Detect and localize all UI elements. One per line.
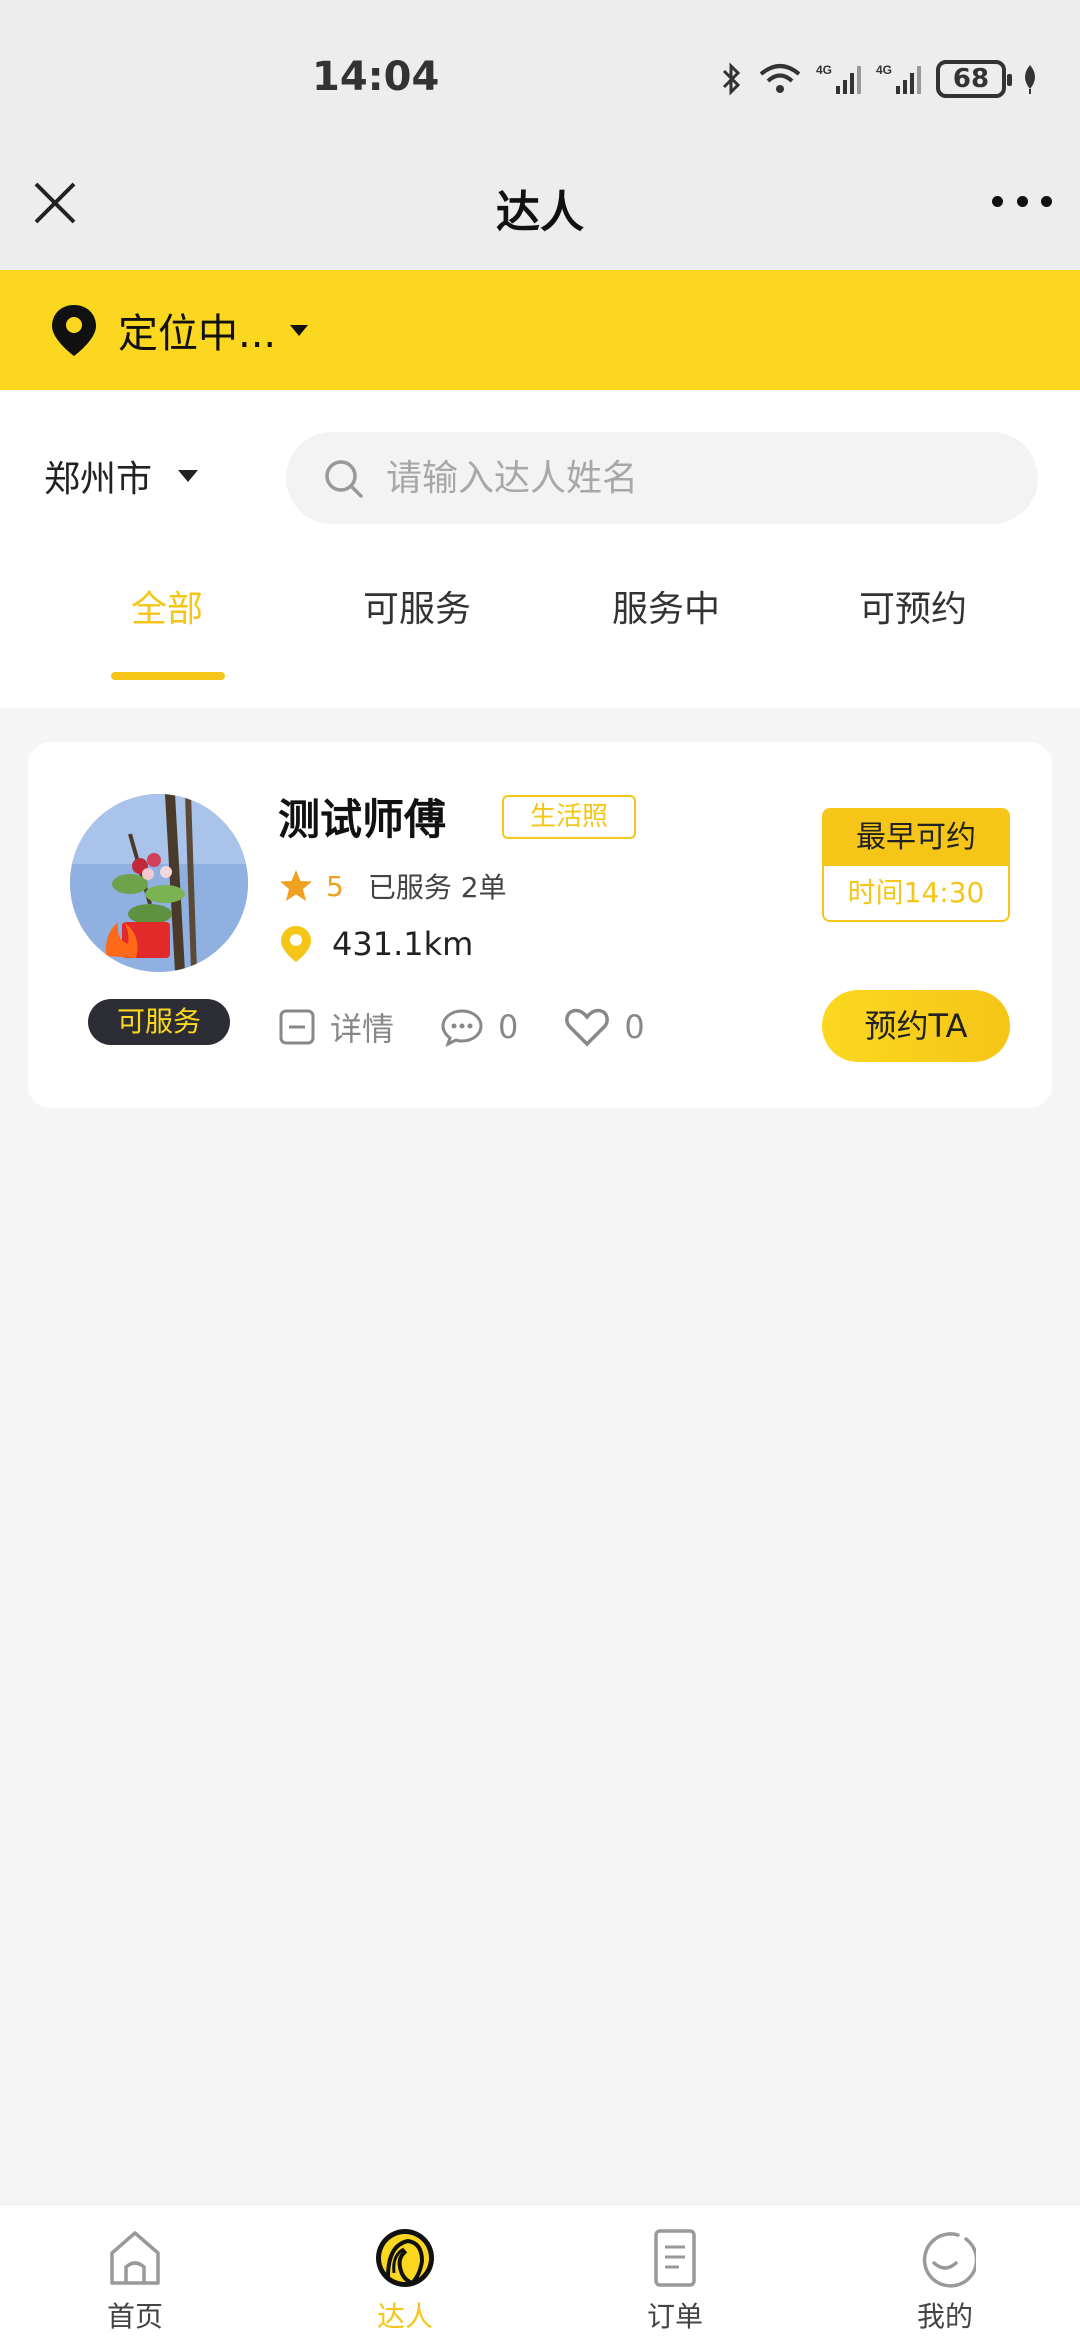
tabbar-expert[interactable]: 达人 xyxy=(270,2205,540,2340)
location-pin-icon xyxy=(52,305,96,356)
status-badge: 可服务 xyxy=(88,999,230,1045)
leaf-icon xyxy=(1025,65,1035,94)
tabbar-label-home: 首页 xyxy=(106,2300,163,2333)
distance-value: 431.1km xyxy=(332,925,474,963)
svg-text:4G: 4G xyxy=(816,63,832,77)
tab-bookable[interactable]: 可预约 xyxy=(788,580,1038,632)
search-input[interactable] xyxy=(386,457,986,499)
detail-icon xyxy=(279,1009,315,1045)
nav-bar: 达人 xyxy=(0,130,1080,270)
search-box[interactable] xyxy=(286,432,1038,524)
life-photo-tag[interactable]: 生活照 xyxy=(502,795,636,839)
like-count: 0 xyxy=(624,1008,645,1046)
tabbar-home[interactable]: 首页 xyxy=(0,2205,270,2340)
comment-count: 0 xyxy=(498,1008,519,1046)
tabbar-profile[interactable]: 我的 xyxy=(810,2205,1080,2340)
rating-value: 5 xyxy=(326,869,344,903)
battery-indicator: 68 xyxy=(936,60,1012,98)
order-icon xyxy=(654,2229,696,2287)
distance-row: 431.1km xyxy=(278,924,473,964)
wifi-icon xyxy=(759,64,801,93)
status-tabs: 全部 可服务 服务中 可预约 xyxy=(0,580,1080,670)
signal-4g-icon: 4G xyxy=(876,63,921,94)
earliest-booking: 最早可约 时间14:30 xyxy=(822,808,1010,922)
tabbar-label-profile: 我的 xyxy=(916,2300,973,2333)
bluetooth-icon xyxy=(722,62,741,96)
book-button[interactable]: 预约TA xyxy=(822,990,1010,1062)
profile-icon xyxy=(922,2232,976,2288)
detail-label: 详情 xyxy=(330,1010,395,1048)
svg-text:4G: 4G xyxy=(876,63,892,77)
page-title: 达人 xyxy=(496,187,584,238)
like-button[interactable]: 0 xyxy=(564,1007,645,1047)
search-icon xyxy=(325,460,363,498)
tab-all[interactable]: 全部 xyxy=(42,580,292,632)
earliest-time: 时间14:30 xyxy=(824,866,1008,920)
tabbar-label-expert: 达人 xyxy=(376,2300,433,2333)
card-actions: 详情 0 0 xyxy=(278,1004,645,1050)
served-count: 已服务 2单 xyxy=(367,871,507,904)
tabbar-orders[interactable]: 订单 xyxy=(540,2205,810,2340)
status-time: 14:04 xyxy=(312,54,440,100)
filter-panel: 郑州市 全部 可服务 服务中 可预约 xyxy=(0,390,1080,708)
location-pin-icon xyxy=(281,926,311,962)
heart-icon xyxy=(565,1008,610,1047)
earliest-label: 最早可约 xyxy=(824,810,1008,866)
status-icons: 4G 4G 68 xyxy=(720,60,1040,98)
more-icon[interactable] xyxy=(992,186,1052,216)
location-text: 定位中... xyxy=(118,311,277,357)
detail-link[interactable]: 详情 xyxy=(278,1004,394,1050)
city-select[interactable]: 郑州市 xyxy=(44,450,199,502)
tab-in-service[interactable]: 服务中 xyxy=(541,580,791,632)
rating-row: 5 已服务 2单 xyxy=(278,866,507,906)
home-icon xyxy=(110,2231,160,2285)
battery-level: 68 xyxy=(952,64,990,94)
bottom-tabbar: 首页 达人 订单 我的 xyxy=(0,2204,1080,2340)
caret-down-icon xyxy=(290,324,309,336)
signal-4g-icon: 4G xyxy=(816,63,861,94)
expert-card[interactable]: 可服务 测试师傅 生活照 5 已服务 2单 431.1km 详情 0 0 最早可… xyxy=(28,742,1052,1108)
tabbar-label-orders: 订单 xyxy=(646,2300,703,2333)
tab-underline xyxy=(111,672,225,680)
expert-icon xyxy=(376,2229,434,2287)
expert-name: 测试师傅 xyxy=(278,795,447,844)
city-label: 郑州市 xyxy=(44,459,153,500)
comment-icon xyxy=(441,1009,483,1047)
star-icon xyxy=(280,870,312,901)
comment-button[interactable]: 0 xyxy=(440,1007,518,1047)
avatar[interactable] xyxy=(70,794,248,972)
tab-available[interactable]: 可服务 xyxy=(292,580,542,632)
caret-down-icon xyxy=(178,470,199,482)
location-bar[interactable]: 定位中... xyxy=(0,270,1080,390)
